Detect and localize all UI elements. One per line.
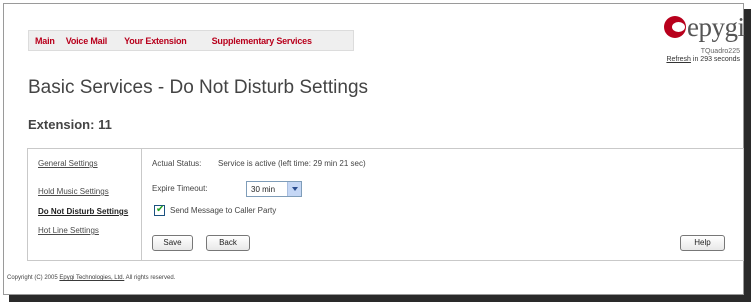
brand-logo: epygi TQuadro225 Refresh in 293 seconds bbox=[656, 10, 748, 70]
copyright-suffix: All rights reserved. bbox=[125, 275, 176, 281]
send-message-label: Send Message to Caller Party bbox=[170, 206, 277, 215]
refresh-info: Refresh in 293 seconds bbox=[666, 56, 740, 63]
top-nav: Main Voice Mail Your Extension Supplemen… bbox=[28, 30, 354, 51]
nav-your-extension[interactable]: Your Extension bbox=[124, 36, 187, 46]
company-link[interactable]: Epygi Technologies, Ltd. bbox=[59, 275, 124, 281]
page-title: Basic Services - Do Not Disturb Settings bbox=[28, 77, 369, 98]
actual-status-value: Service is active (left time: 29 min 21 … bbox=[218, 159, 366, 168]
expire-timeout-value: 30 min bbox=[251, 185, 276, 194]
extension-label: Extension: 11 bbox=[28, 117, 112, 132]
checkmark-icon: ✔ bbox=[156, 204, 165, 215]
footer-copyright: Copyright (C) 2005 Epygi Technologies, L… bbox=[7, 275, 175, 281]
help-button[interactable]: Help bbox=[680, 235, 725, 251]
back-button[interactable]: Back bbox=[206, 235, 250, 251]
settings-panel: General Settings Hold Music Settings Do … bbox=[27, 148, 744, 261]
sidebar-item-do-not-disturb-settings[interactable]: Do Not Disturb Settings bbox=[38, 207, 128, 216]
sidebar-item-hot-line-settings[interactable]: Hot Line Settings bbox=[38, 226, 99, 235]
refresh-countdown: in 293 seconds bbox=[692, 56, 740, 63]
refresh-link[interactable]: Refresh bbox=[666, 56, 691, 63]
sidebar-item-hold-music-settings[interactable]: Hold Music Settings bbox=[38, 187, 109, 196]
sidebar-item-general-settings[interactable]: General Settings bbox=[38, 159, 98, 168]
device-model: TQuadro225 bbox=[700, 48, 740, 55]
actual-status-label: Actual Status: bbox=[152, 159, 202, 168]
save-button[interactable]: Save bbox=[152, 235, 193, 251]
nav-voice-mail[interactable]: Voice Mail bbox=[66, 36, 108, 46]
send-message-checkbox[interactable]: ✔ bbox=[154, 204, 165, 216]
chevron-down-icon[interactable] bbox=[287, 182, 301, 196]
nav-main[interactable]: Main bbox=[35, 36, 55, 46]
expire-timeout-select[interactable]: 30 min bbox=[246, 181, 302, 197]
nav-supplementary-services[interactable]: Supplementary Services bbox=[212, 36, 312, 46]
epygi-logo-icon bbox=[664, 16, 686, 38]
brand-name: epygi bbox=[687, 12, 745, 42]
copyright-prefix: Copyright (C) 2005 bbox=[7, 275, 58, 281]
sidebar: General Settings Hold Music Settings Do … bbox=[28, 149, 142, 260]
window-shadow-bottom bbox=[9, 295, 751, 302]
expire-timeout-label: Expire Timeout: bbox=[152, 184, 208, 193]
